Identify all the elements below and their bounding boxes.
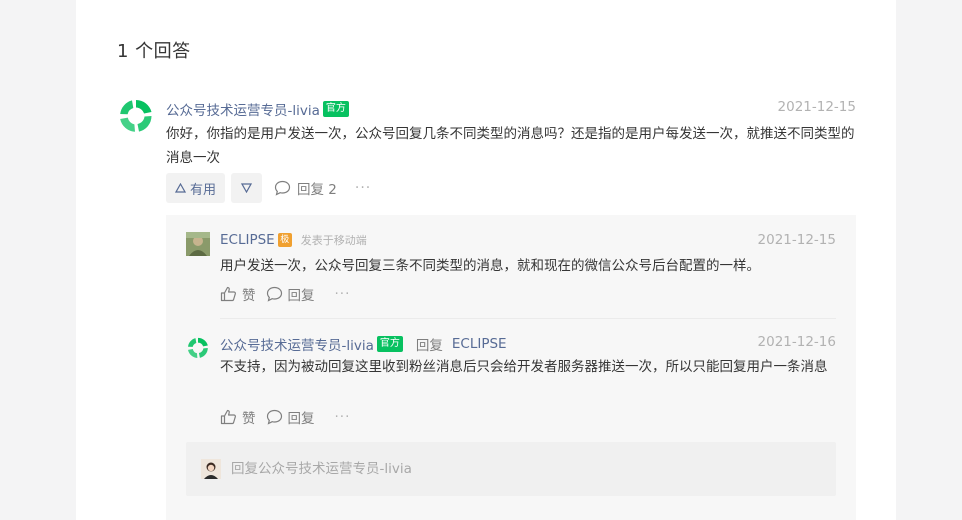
comment-bubble-icon bbox=[274, 180, 291, 196]
wechat-logo-avatar[interactable] bbox=[186, 336, 210, 360]
reply-2-content: 不支持，因为被动回复这里收到粉丝消息后只会给开发者服务器推送一次，所以只能回复用… bbox=[220, 359, 828, 375]
reply-1-date: 2021-12-15 bbox=[757, 232, 836, 248]
answers-count-title: 1 个回答 bbox=[117, 41, 191, 62]
reply-2-header: 公众号技术运营专员-livia 官方 回复 ECLIPSE bbox=[220, 334, 507, 354]
level-badge: 极 bbox=[277, 233, 292, 247]
official-badge: 官方 bbox=[376, 336, 403, 352]
reply-1-reply-button[interactable]: 回复 bbox=[266, 284, 315, 304]
reply-1-like-label: 赞 bbox=[242, 288, 256, 304]
thumbs-up-icon bbox=[220, 286, 237, 302]
reply-input[interactable] bbox=[231, 461, 791, 477]
answer-author: 公众号技术运营专员-livia 官方 bbox=[166, 99, 349, 119]
answer-more-button[interactable]: ··· bbox=[355, 180, 371, 196]
reply-divider bbox=[220, 318, 836, 319]
reply-1-meta: 发表于移动端 bbox=[300, 234, 367, 247]
official-badge: 官方 bbox=[322, 101, 349, 117]
downvote-button[interactable] bbox=[231, 173, 263, 203]
answer-reply-label: 回复 2 bbox=[297, 182, 337, 198]
reply-1-reply-label: 回复 bbox=[287, 288, 315, 304]
answer-date: 2021-12-15 bbox=[777, 99, 856, 115]
reply-thread: ECLIPSE 极 发表于移动端 2021-12-15 用户发送一次，公众号回复… bbox=[166, 215, 856, 520]
reply-to-name[interactable]: ECLIPSE bbox=[452, 336, 507, 352]
reply-1-content: 用户发送一次，公众号回复三条不同类型的消息，就和现在的微信公众号后台配置的一样。 bbox=[220, 258, 760, 274]
thumbs-up-icon bbox=[220, 409, 237, 425]
triangle-up-icon bbox=[175, 183, 186, 193]
reply-2-reply-label: 回复 bbox=[287, 411, 315, 427]
reply-2-more-button[interactable]: ··· bbox=[335, 409, 351, 425]
answer-content: 你好，你指的是用户发送一次，公众号回复几条不同类型的消息吗？还是指的是用户每发送… bbox=[166, 126, 855, 166]
answer-author-name[interactable]: 公众号技术运营专员-livia bbox=[166, 99, 320, 119]
reply-1-like-button[interactable]: 赞 bbox=[220, 284, 256, 304]
comment-bubble-icon bbox=[266, 409, 283, 425]
reply-2-like-button[interactable]: 赞 bbox=[220, 407, 256, 427]
comment-bubble-icon bbox=[266, 286, 283, 302]
answer-reply-button[interactable]: 回复 2 bbox=[274, 178, 337, 198]
reply-1-more-button[interactable]: ··· bbox=[335, 286, 351, 302]
reply-2-date: 2021-12-16 bbox=[757, 334, 836, 350]
eclipse-avatar[interactable] bbox=[186, 232, 210, 256]
reply-2-like-label: 赞 bbox=[242, 411, 256, 427]
upvote-button[interactable]: 有用 bbox=[166, 173, 226, 203]
reply-1-actions: 赞 回复 ··· bbox=[220, 284, 350, 304]
reply-2-reply-button[interactable]: 回复 bbox=[266, 407, 315, 427]
reply-1-header: ECLIPSE 极 发表于移动端 bbox=[220, 232, 367, 248]
answer-actions: 有用 回复 2 ··· bbox=[166, 173, 371, 203]
upvote-label: 有用 bbox=[190, 182, 217, 198]
reply-to-word: 回复 bbox=[415, 338, 443, 354]
wechat-logo-avatar[interactable] bbox=[117, 97, 155, 135]
triangle-down-icon bbox=[241, 183, 253, 193]
reply-2-author[interactable]: 公众号技术运营专员-livia bbox=[220, 334, 374, 354]
reply-1-author[interactable]: ECLIPSE bbox=[220, 232, 275, 248]
reply-2-actions: 赞 回复 ··· bbox=[220, 407, 350, 427]
user-avatar bbox=[201, 459, 221, 479]
reply-input-box[interactable] bbox=[186, 442, 836, 496]
